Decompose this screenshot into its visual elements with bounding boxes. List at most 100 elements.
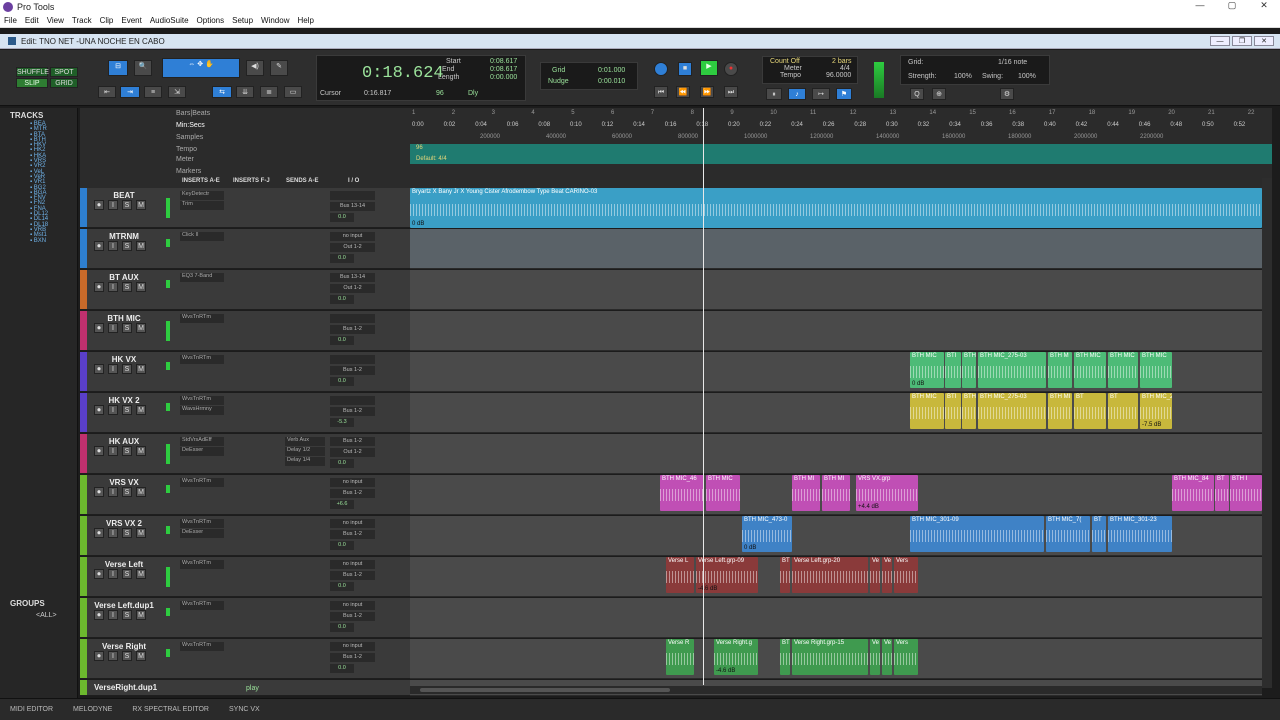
track-name[interactable]: VRS VX 2 bbox=[94, 519, 154, 528]
input-monitor-button[interactable]: I bbox=[108, 487, 118, 497]
link-track-button[interactable]: ⇊ bbox=[236, 86, 254, 98]
mute-button[interactable]: M bbox=[136, 405, 146, 415]
close-button[interactable]: ✕ bbox=[1248, 0, 1280, 11]
ruler-samples-label[interactable]: Samples bbox=[176, 134, 203, 141]
track-name[interactable]: VerseRight.dup1 bbox=[94, 683, 157, 692]
audio-clip[interactable]: BT bbox=[780, 557, 790, 593]
track-name[interactable]: BEAT bbox=[94, 191, 154, 200]
io-header[interactable]: I / O bbox=[348, 178, 359, 187]
audio-clip[interactable]: BTI bbox=[945, 352, 961, 388]
conductor-button[interactable]: ⚑ bbox=[836, 88, 852, 100]
track-header[interactable]: Verse Right ⏺ I S M WvsTnRTm no input Bus 1-2 0.… bbox=[80, 639, 410, 679]
insert-slot-a[interactable]: WvsTnRTm bbox=[180, 396, 224, 405]
menu-options[interactable]: Options bbox=[193, 16, 229, 25]
audio-clip[interactable]: BTH MIC_275-03 bbox=[978, 393, 1046, 429]
ruler-bars-label[interactable]: Bars|Beats bbox=[176, 110, 210, 117]
online-button[interactable] bbox=[654, 62, 668, 76]
record-arm-button[interactable]: ⏺ bbox=[94, 405, 104, 415]
input-monitor-button[interactable]: I bbox=[108, 200, 118, 210]
input-selector[interactable]: no input bbox=[330, 642, 375, 651]
input-monitor-button[interactable]: I bbox=[108, 569, 118, 579]
audio-clip[interactable]: BT bbox=[1092, 516, 1106, 552]
volume-value[interactable]: -5.3 bbox=[330, 418, 354, 427]
maximize-button[interactable]: ▢ bbox=[1216, 0, 1248, 11]
tab-to-transient-button[interactable]: ⇥ bbox=[120, 86, 140, 98]
audio-clip[interactable]: BTH MIC_296-31 -7.5 dB bbox=[1140, 393, 1172, 429]
track-header[interactable]: Verse Left.dup1 ⏺ I S M WvsTnRTm no input Bus 1… bbox=[80, 598, 410, 638]
mute-button[interactable]: M bbox=[136, 528, 146, 538]
audio-clip[interactable]: BTH MIC 0 dB bbox=[910, 352, 944, 388]
length-value[interactable]: 0:00.000 bbox=[490, 74, 517, 81]
output-selector[interactable]: Bus 1-2 bbox=[330, 571, 375, 580]
audio-clip[interactable]: Verse Right.g -4.6 dB bbox=[714, 639, 758, 675]
track-name[interactable]: BT AUX bbox=[94, 273, 154, 282]
track-lane[interactable] bbox=[410, 270, 1262, 310]
output-selector[interactable]: Out 1-2 bbox=[330, 284, 375, 293]
solo-button[interactable]: S bbox=[122, 323, 132, 333]
insert-slot-b[interactable]: DeEsser bbox=[180, 447, 224, 456]
volume-value[interactable]: 0.0 bbox=[330, 541, 354, 550]
insert-slot-a[interactable]: WvsTnRTm bbox=[180, 601, 224, 610]
solo-button[interactable]: S bbox=[122, 528, 132, 538]
ruler-minsecs-label[interactable]: Min:Secs bbox=[176, 122, 205, 129]
groups-header[interactable]: GROUPS bbox=[0, 596, 55, 611]
input-selector[interactable] bbox=[330, 191, 375, 200]
record-arm-button[interactable]: ⏺ bbox=[94, 282, 104, 292]
track-lane[interactable] bbox=[410, 434, 1262, 474]
input-monitor-button[interactable]: I bbox=[108, 364, 118, 374]
grid-value[interactable]: 0:01.000 bbox=[598, 67, 625, 74]
audio-clip[interactable]: BTH MIC_301-23 bbox=[1108, 516, 1172, 552]
quantize-button[interactable]: Q bbox=[910, 88, 924, 100]
volume-value[interactable]: 0.0 bbox=[330, 582, 354, 591]
audio-clip[interactable]: BTH MIC bbox=[1108, 352, 1138, 388]
record-arm-button[interactable]: ⏺ bbox=[94, 241, 104, 251]
record-arm-button[interactable]: ⏺ bbox=[94, 323, 104, 333]
go-to-end-button[interactable]: ⏭ bbox=[724, 86, 738, 98]
send-slot[interactable]: Delay 1/4 bbox=[285, 457, 325, 466]
insert-slot-a[interactable]: WvsTnRTm bbox=[180, 355, 224, 364]
volume-value[interactable]: 0.0 bbox=[330, 377, 354, 386]
menu-clip[interactable]: Clip bbox=[96, 16, 118, 25]
record-arm-button[interactable]: ⏺ bbox=[94, 528, 104, 538]
tempo-meter-ruler[interactable]: 96 Default: 4/4 bbox=[410, 144, 1272, 164]
main-counter[interactable]: 0:18.624 bbox=[362, 64, 444, 83]
audio-clip[interactable]: Vers bbox=[894, 557, 918, 593]
edit-minimize-button[interactable]: — bbox=[1210, 36, 1230, 46]
track-name[interactable]: Verse Left bbox=[94, 560, 154, 569]
insert-slot-a[interactable]: KeyDetectr bbox=[180, 191, 224, 200]
input-selector[interactable]: no input bbox=[330, 232, 375, 241]
start-value[interactable]: 0:08.617 bbox=[490, 58, 517, 65]
rewind-button[interactable]: ⏪ bbox=[676, 86, 690, 98]
audio-clip[interactable]: BT bbox=[1215, 475, 1229, 511]
insertion-follows-button[interactable]: ⇲ bbox=[168, 86, 186, 98]
output-selector[interactable]: Bus 1-2 bbox=[330, 366, 375, 375]
edit-close-button[interactable]: ✕ bbox=[1254, 36, 1274, 46]
meter-marker[interactable]: Default: 4/4 bbox=[416, 156, 447, 162]
input-selector[interactable]: no input bbox=[330, 478, 375, 487]
audio-clip[interactable]: BT bbox=[1108, 393, 1138, 429]
track-name[interactable]: HK VX bbox=[94, 355, 154, 364]
volume-value[interactable]: 0.0 bbox=[330, 213, 354, 222]
end-value[interactable]: 0:08.617 bbox=[490, 66, 517, 73]
audio-clip[interactable]: BTH MIC_275-03 bbox=[978, 352, 1046, 388]
menu-help[interactable]: Help bbox=[293, 16, 317, 25]
track-header[interactable]: HK VX ⏺ I S M WvsTnRTm Bus 1-2 0.0 bbox=[80, 352, 410, 392]
play-button[interactable]: ▶ bbox=[700, 60, 718, 76]
audio-clip[interactable]: Verse L bbox=[666, 557, 694, 593]
output-selector[interactable]: Bus 1-2 bbox=[330, 612, 375, 621]
mute-button[interactable]: M bbox=[136, 364, 146, 374]
stop-button[interactable]: ■ bbox=[678, 62, 692, 76]
mute-button[interactable]: M bbox=[136, 651, 146, 661]
volume-value[interactable]: 0.0 bbox=[330, 295, 354, 304]
swing-value[interactable]: 100% bbox=[1018, 73, 1036, 80]
horizontal-scrollbar[interactable] bbox=[410, 686, 1262, 694]
audio-clip[interactable]: Vers bbox=[894, 639, 918, 675]
track-header[interactable]: BEAT ⏺ I S M KeyDetectr Trim Bus 13-14 0.0 bbox=[80, 188, 410, 228]
slip-mode-button[interactable]: SLIP bbox=[16, 78, 48, 88]
audio-clip[interactable]: BTH bbox=[962, 352, 976, 388]
audio-clip[interactable]: Verse R bbox=[666, 639, 694, 675]
send-slot[interactable]: Verb Aux bbox=[285, 437, 325, 446]
spot-mode-button[interactable]: SPOT bbox=[50, 67, 78, 77]
audio-clip[interactable]: BTH MI bbox=[792, 475, 820, 511]
wait-note-button[interactable]: ⏸ bbox=[766, 88, 782, 100]
